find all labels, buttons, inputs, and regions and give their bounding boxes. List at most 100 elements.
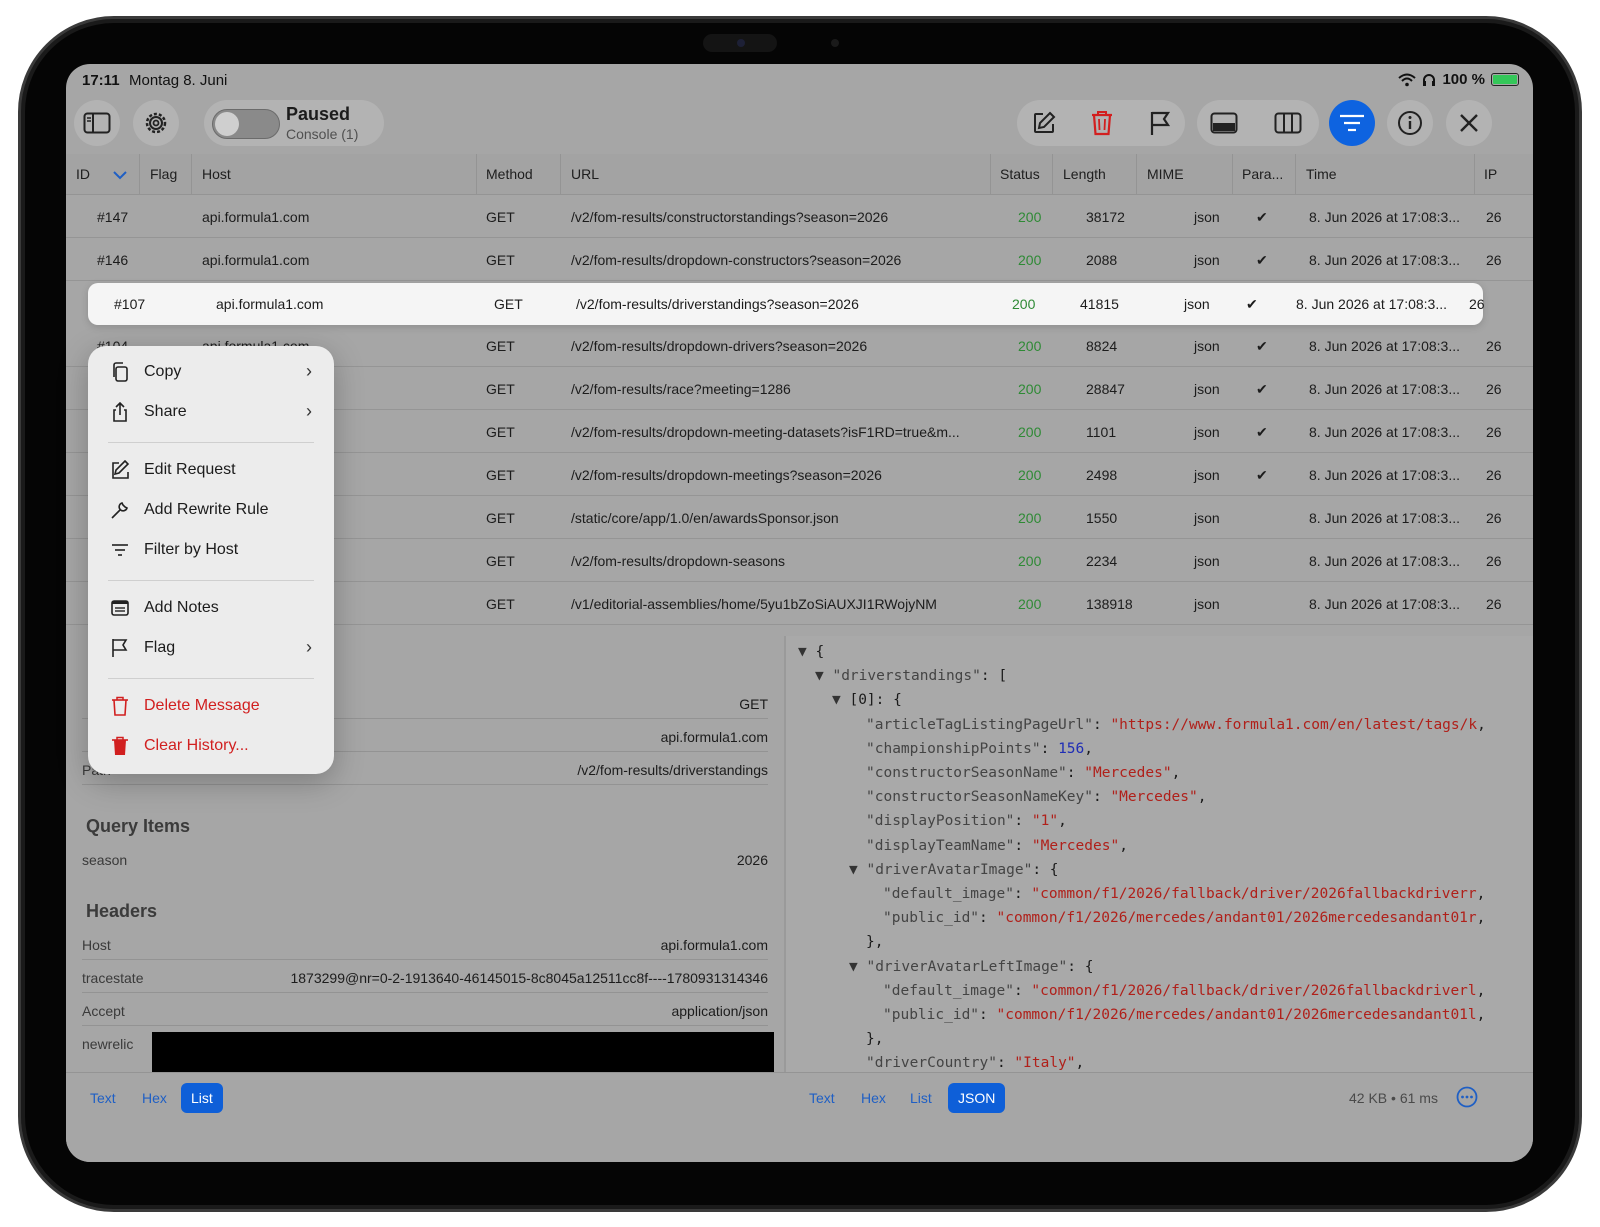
right-tab-hex[interactable]: Hex — [851, 1083, 896, 1113]
column-url[interactable]: URL — [571, 166, 599, 182]
chevron-down-icon[interactable] — [113, 171, 127, 180]
settings-button[interactable] — [133, 100, 179, 146]
right-tab-json[interactable]: JSON — [948, 1083, 1006, 1113]
table-row[interactable]: #146 api.formula1.com GET/v2/fom-results/d… — [66, 238, 1533, 281]
cell-ip: 26 — [1469, 296, 1485, 312]
cell-time: 8. Jun 2026 at 17:08:3... — [1309, 338, 1461, 354]
menu-label: Copy — [144, 363, 182, 380]
header-row: tracestate 1873299@nr=0-2-1913640-461450… — [82, 960, 768, 993]
column-method[interactable]: Method — [486, 166, 533, 182]
menu-item-share[interactable]: Share › — [88, 392, 334, 432]
redacted-value — [152, 1032, 774, 1077]
cell-status: 200 — [1018, 467, 1042, 483]
menu-item-add-notes[interactable]: Add Notes — [88, 588, 334, 628]
json-line[interactable]: ▼ "driverstandings": [ — [815, 668, 1007, 684]
column-status[interactable]: Status — [1000, 166, 1040, 182]
close-icon — [1460, 114, 1478, 132]
close-button[interactable] — [1446, 100, 1492, 146]
info-button[interactable] — [1387, 100, 1433, 146]
info-icon — [1398, 111, 1422, 135]
table-row[interactable]: #147 api.formula1.com GET/v2/fom-results/c… — [66, 195, 1533, 238]
menu-item-filter-by-host[interactable]: Filter by Host — [88, 530, 334, 570]
header-value: api.formula1.com — [660, 937, 768, 953]
bottom-panel-icon — [1210, 112, 1238, 134]
menu-item-flag[interactable]: Flag › — [88, 628, 334, 668]
query-items-title: Query Items — [86, 816, 191, 836]
menu-label: Filter by Host — [144, 541, 239, 558]
cell-id: #147 — [97, 209, 129, 225]
cell-time: 8. Jun 2026 at 17:08:3... — [1309, 424, 1461, 440]
cell-mime: json — [1194, 424, 1220, 440]
menu-item-copy[interactable]: Copy › — [88, 352, 334, 392]
headers-title: Headers — [86, 901, 158, 921]
menu-item-edit-request[interactable]: Edit Request — [88, 450, 334, 490]
filter-button[interactable] — [1329, 100, 1375, 146]
pause-toggle[interactable]: Paused Console (1) — [204, 100, 384, 146]
filter-icon — [1340, 114, 1364, 132]
cell-mime: json — [1194, 338, 1220, 354]
flag-button[interactable] — [1137, 100, 1183, 146]
cell-time: 8. Jun 2026 at 17:08:3... — [1309, 596, 1461, 612]
cell-url: /v2/fom-results/dropdown-meeting-dataset… — [571, 424, 960, 440]
json-line: "displayTeamName": "Mercedes", — [866, 837, 1128, 854]
compose-icon — [112, 460, 130, 479]
columns-button[interactable] — [1265, 100, 1311, 146]
cell-method: GET — [494, 296, 523, 312]
cell-ip: 26 — [1486, 252, 1502, 268]
json-line: }, — [866, 1031, 884, 1048]
column-params[interactable]: Para... — [1242, 166, 1283, 182]
cell-length: 138918 — [1086, 596, 1133, 612]
left-tab-hex[interactable]: Hex — [132, 1083, 177, 1113]
query-item-row: season 2026 — [82, 842, 768, 875]
column-flag[interactable]: Flag — [150, 166, 177, 182]
column-host[interactable]: Host — [202, 166, 231, 182]
json-line[interactable]: ▼ [0]: { — [832, 692, 902, 708]
json-line: "default_image": "common/f1/2026/fallbac… — [883, 886, 1486, 902]
json-line[interactable]: ▼ "driverAvatarLeftImage": { — [849, 959, 1093, 975]
cell-params: ✔ — [1246, 296, 1258, 312]
cell-time: 8. Jun 2026 at 17:08:3... — [1309, 553, 1461, 569]
flag-icon — [112, 639, 128, 657]
chevron-right-icon: › — [306, 401, 312, 421]
cell-ip: 26 — [1486, 381, 1502, 397]
right-tab-list[interactable]: List — [900, 1083, 942, 1113]
cell-url: /v2/fom-results/dropdown-seasons — [571, 553, 785, 569]
method-value: GET — [739, 696, 768, 712]
menu-item-delete-message[interactable]: Delete Message — [88, 686, 334, 726]
json-line: "displayPosition": "1", — [866, 813, 1067, 830]
cell-ip: 26 — [1486, 424, 1502, 440]
sidebar-toggle-button[interactable] — [74, 100, 120, 146]
cell-method: GET — [486, 338, 515, 354]
more-icon[interactable] — [1456, 1086, 1478, 1108]
column-ip[interactable]: IP — [1484, 166, 1497, 182]
menu-item-clear-history[interactable]: Clear History... — [88, 726, 334, 766]
wifi-icon — [1398, 73, 1417, 86]
cell-url: /v2/fom-results/dropdown-constructors?se… — [571, 252, 902, 268]
json-line[interactable]: ▼ "driverAvatarImage": { — [849, 862, 1059, 878]
filter-icon — [112, 544, 128, 556]
right-tab-text[interactable]: Text — [799, 1083, 845, 1113]
header-key: Host — [82, 937, 111, 953]
left-tab-list[interactable]: List — [181, 1083, 223, 1113]
column-time[interactable]: Time — [1306, 166, 1337, 182]
json-line[interactable]: ▼ { — [798, 644, 824, 660]
delete-button[interactable] — [1079, 100, 1125, 146]
menu-label: Delete Message — [144, 697, 260, 714]
battery-icon — [1491, 73, 1519, 86]
cell-mime: json — [1194, 553, 1220, 569]
menu-item-add-rewrite-rule[interactable]: Add Rewrite Rule — [88, 490, 334, 530]
sensor-icon — [831, 39, 839, 47]
column-mime[interactable]: MIME — [1147, 166, 1184, 182]
status-date: Montag 8. Juni — [129, 72, 228, 89]
cell-length: 28847 — [1086, 381, 1125, 397]
pause-switch[interactable] — [212, 109, 280, 139]
column-length[interactable]: Length — [1063, 166, 1106, 182]
bottom-panel-button[interactable] — [1201, 100, 1247, 146]
cell-mime: json — [1184, 296, 1210, 312]
selected-table-row[interactable]: #107 api.formula1.com GET /v2/fom-result… — [88, 283, 1485, 325]
left-tab-text[interactable]: Text — [80, 1083, 126, 1113]
cell-length: 2088 — [1086, 252, 1118, 268]
column-id[interactable]: ID — [76, 166, 90, 182]
edit-button[interactable] — [1021, 100, 1067, 146]
header-key: Accept — [82, 1003, 125, 1019]
